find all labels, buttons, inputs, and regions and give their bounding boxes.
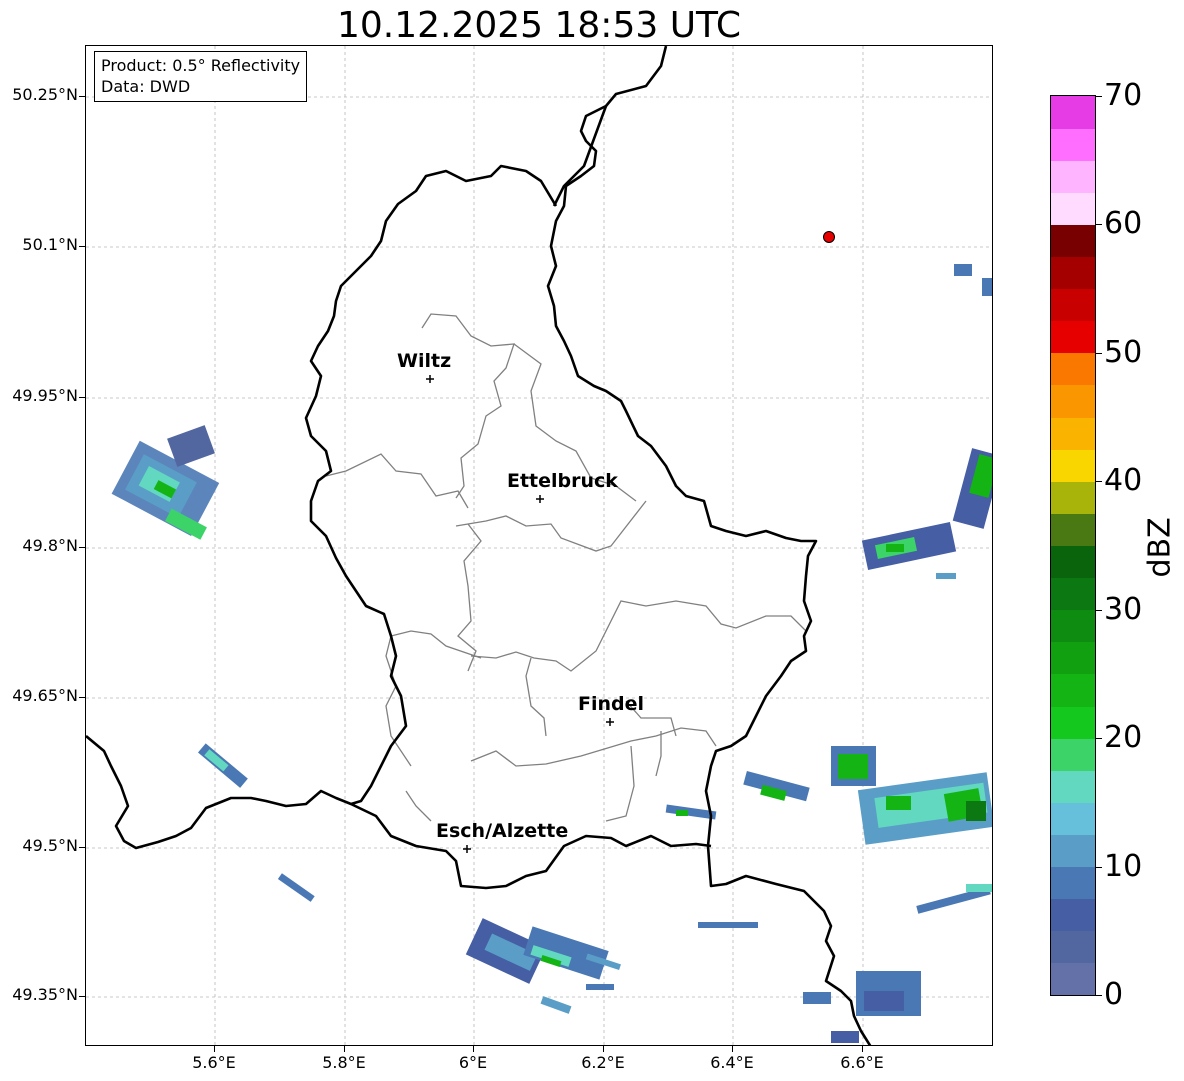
lat-tick-mark	[79, 996, 85, 997]
colorbar-segment	[1051, 930, 1095, 964]
lon-tick: 6.4°E	[710, 1053, 754, 1072]
colorbar-tick	[1096, 867, 1102, 868]
map-canvas	[86, 46, 992, 1045]
colorbar-label: 10	[1104, 849, 1143, 884]
lon-tick-mark	[344, 1046, 345, 1052]
colorbar-segment	[1051, 609, 1095, 643]
lon-tick: 6.2°E	[581, 1053, 625, 1072]
lat-tick: 49.95°N	[12, 386, 78, 405]
map-title: 10.12.2025 18:53 UTC	[336, 5, 742, 46]
lat-tick-mark	[79, 96, 85, 97]
data-source-label: Data: DWD	[101, 77, 191, 96]
colorbar-segment	[1051, 288, 1095, 322]
colorbar	[1050, 95, 1096, 996]
graticule	[86, 46, 992, 1045]
lat-tick: 49.65°N	[12, 686, 78, 705]
colorbar-tick	[1096, 738, 1102, 739]
colorbar-segment	[1051, 706, 1095, 739]
colorbar-segment	[1051, 866, 1095, 900]
colorbar-label: 20	[1104, 720, 1143, 755]
colorbar-segment	[1051, 96, 1095, 129]
colorbar-segment	[1051, 192, 1095, 225]
lat-tick: 50.1°N	[22, 235, 78, 254]
colorbar-segment	[1051, 545, 1095, 579]
colorbar-label: 50	[1104, 335, 1143, 370]
colorbar-title: dBZ	[1142, 517, 1178, 578]
colorbar-tick	[1096, 995, 1102, 996]
country-borders	[86, 46, 872, 1045]
lon-tick-mark	[862, 1046, 863, 1052]
lat-tick-mark	[79, 697, 85, 698]
colorbar-segment	[1051, 160, 1095, 193]
lon-tick-mark	[473, 1046, 474, 1052]
lon-tick: 6.6°E	[840, 1053, 884, 1072]
city-label-findel: Findel	[578, 693, 645, 715]
lon-tick: 5.8°E	[322, 1053, 366, 1072]
lat-tick: 49.5°N	[22, 836, 78, 855]
colorbar-tick	[1096, 96, 1102, 97]
city-label-wiltz: Wiltz	[397, 350, 452, 372]
colorbar-segment	[1051, 224, 1095, 258]
city-label-ettelbruck: Ettelbruck	[507, 470, 618, 492]
colorbar-segment	[1051, 417, 1095, 450]
lat-tick: 49.8°N	[22, 536, 78, 555]
radar-map[interactable]	[85, 45, 993, 1046]
radar-echoes	[111, 264, 992, 1043]
city-markers	[426, 375, 614, 853]
lat-tick: 49.35°N	[12, 985, 78, 1004]
city-label-esch-alzette: Esch/Alzette	[436, 820, 569, 842]
lat-tick-mark	[79, 847, 85, 848]
colorbar-segment	[1051, 641, 1095, 675]
lat-tick-mark	[79, 547, 85, 548]
colorbar-label: 70	[1104, 78, 1143, 113]
colorbar-segment	[1051, 513, 1095, 546]
colorbar-tick	[1096, 224, 1102, 225]
lat-tick: 50.25°N	[12, 85, 78, 104]
lon-tick-mark	[603, 1046, 604, 1052]
colorbar-label: 60	[1104, 206, 1143, 241]
colorbar-tick	[1096, 481, 1102, 482]
colorbar-tick	[1096, 353, 1102, 354]
lon-tick-mark	[732, 1046, 733, 1052]
lat-tick-mark	[79, 246, 85, 247]
lat-tick-mark	[79, 397, 85, 398]
info-box: Product: 0.5° Reflectivity Data: DWD	[94, 51, 308, 102]
radar-site-marker[interactable]	[823, 231, 835, 243]
colorbar-segment	[1051, 256, 1095, 290]
colorbar-segment	[1051, 673, 1095, 707]
colorbar-segment	[1051, 352, 1095, 386]
lon-tick: 6°E	[458, 1053, 488, 1072]
colorbar-segment	[1051, 384, 1095, 418]
colorbar-label: 40	[1104, 463, 1143, 498]
colorbar-segment	[1051, 770, 1095, 803]
lon-tick: 5.6°E	[192, 1053, 236, 1072]
product-label: Product: 0.5° Reflectivity	[101, 56, 301, 75]
colorbar-segment	[1051, 802, 1095, 835]
colorbar-label: 0	[1104, 977, 1124, 1012]
colorbar-label: 30	[1104, 592, 1143, 627]
colorbar-segment	[1051, 962, 1095, 996]
colorbar-segment	[1051, 834, 1095, 868]
colorbar-segment	[1051, 128, 1095, 161]
colorbar-tick	[1096, 610, 1102, 611]
colorbar-segment	[1051, 898, 1095, 932]
colorbar-segment	[1051, 320, 1095, 354]
colorbar-segment	[1051, 738, 1095, 771]
lon-tick-mark	[214, 1046, 215, 1052]
colorbar-segment	[1051, 481, 1095, 514]
colorbar-segment	[1051, 577, 1095, 611]
colorbar-segment	[1051, 449, 1095, 482]
